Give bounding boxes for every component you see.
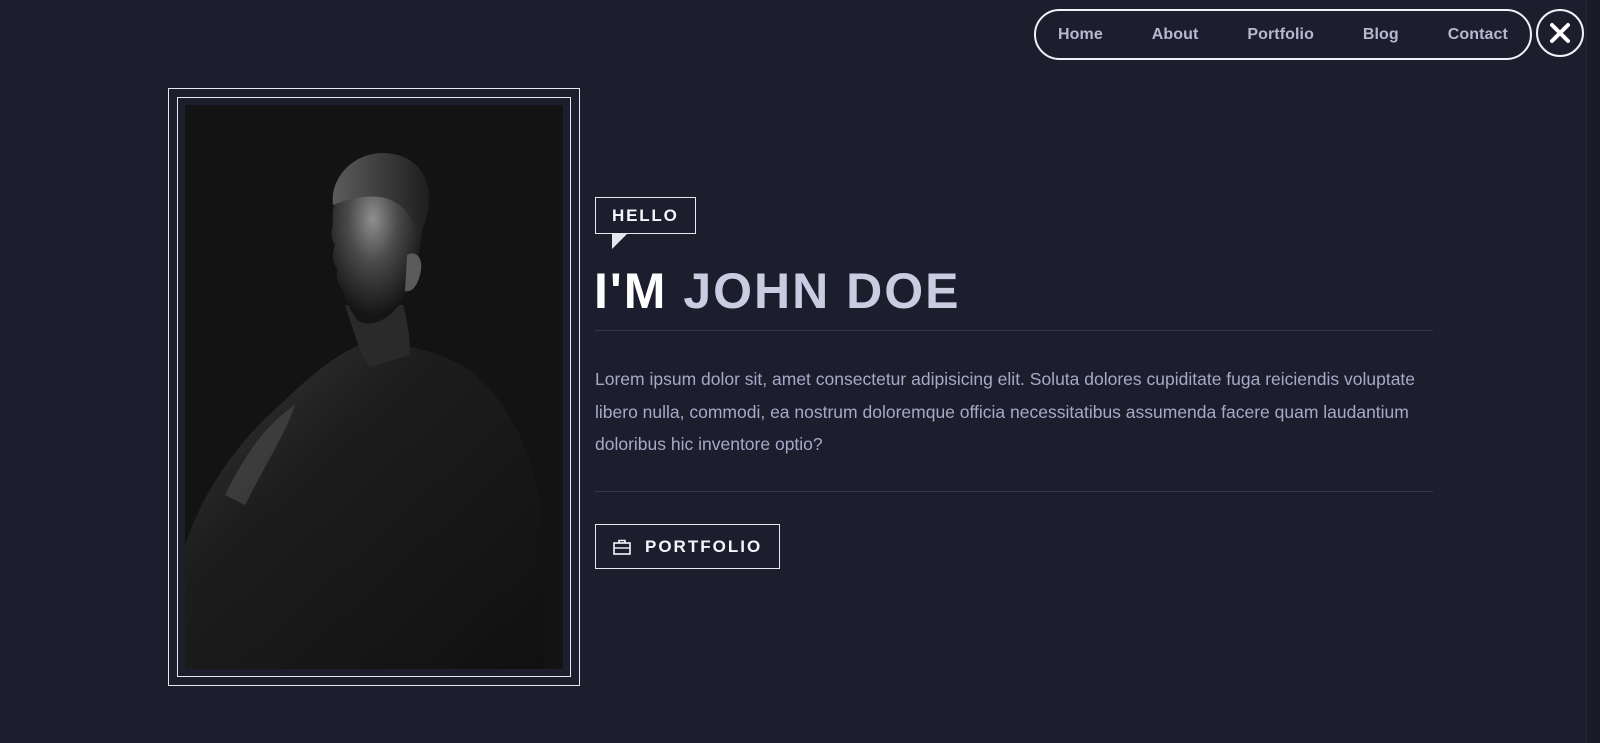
headline-name: JOHN DOE: [683, 263, 961, 319]
close-menu-button[interactable]: [1536, 9, 1584, 57]
portfolio-button[interactable]: PORTFOLIO: [595, 524, 780, 569]
photo-frame-outer: [168, 88, 580, 686]
nav-link-home[interactable]: Home: [1058, 26, 1103, 44]
main-nav: Home About Portfolio Blog Contact: [1034, 9, 1532, 60]
headline-prefix: I'M: [594, 263, 668, 319]
close-icon: [1550, 23, 1570, 43]
portrait-photo: [185, 105, 563, 669]
scrollbar-track[interactable]: [1586, 0, 1600, 743]
nav-link-about[interactable]: About: [1152, 26, 1199, 44]
portfolio-button-label: PORTFOLIO: [645, 536, 763, 556]
hello-tag-tail: [612, 233, 628, 249]
briefcase-icon: [613, 539, 631, 555]
hello-tag: HELLO: [595, 197, 696, 234]
hero-bio: Lorem ipsum dolor sit, amet consectetur …: [595, 369, 1416, 454]
nav-link-blog[interactable]: Blog: [1363, 26, 1399, 44]
nav-link-portfolio[interactable]: Portfolio: [1247, 26, 1314, 44]
divider-bottom: [595, 491, 1433, 492]
profile-photo: [185, 105, 563, 669]
divider-top: [595, 330, 1433, 331]
photo-frame-inner: [177, 97, 571, 677]
hero-headline: I'M JOHN DOE: [594, 262, 961, 320]
nav-link-contact[interactable]: Contact: [1448, 26, 1508, 44]
